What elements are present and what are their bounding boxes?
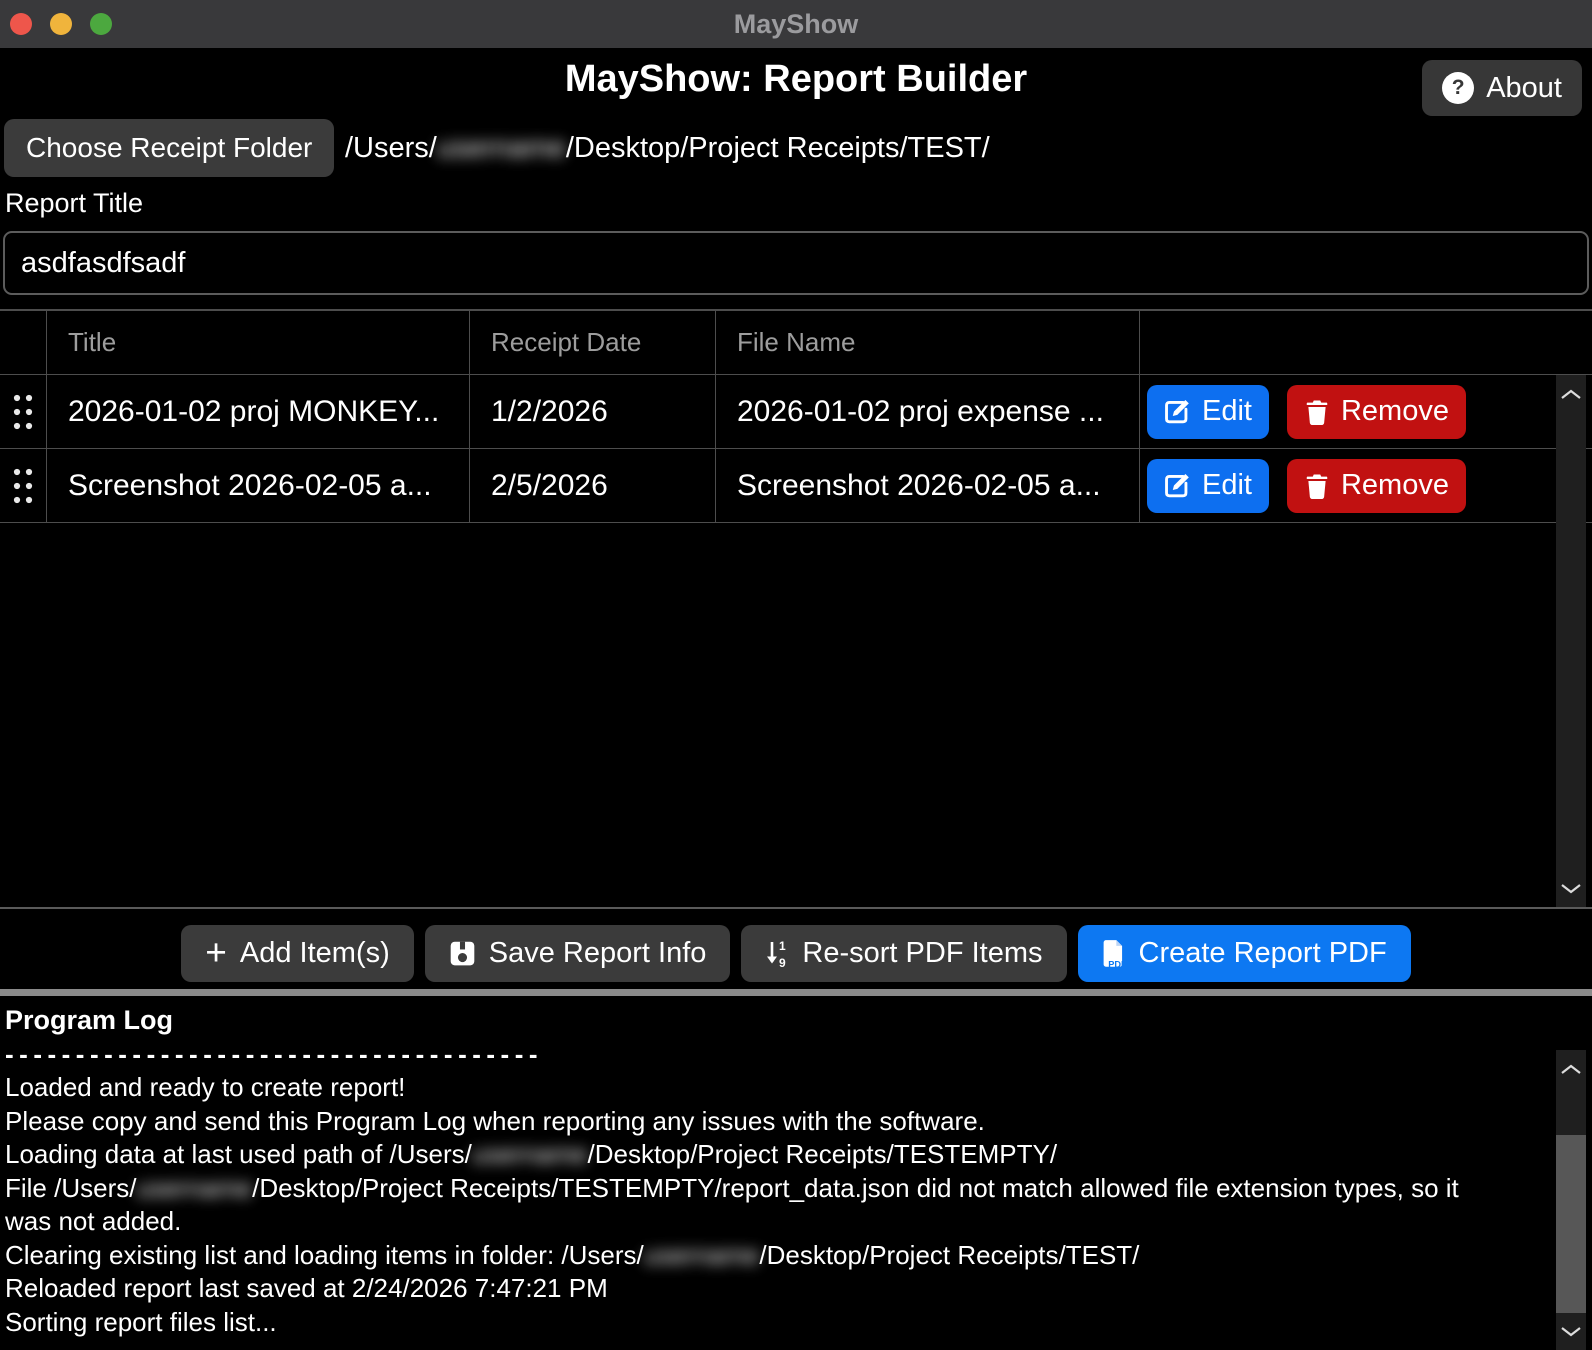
save-report-info-button[interactable]: Save Report Info xyxy=(425,925,731,982)
edit-button[interactable]: Edit xyxy=(1147,459,1269,513)
scroll-down-arrow-icon[interactable] xyxy=(1556,1318,1586,1344)
log-line: -------------------------------------- xyxy=(5,1038,1592,1072)
create-report-pdf-button[interactable]: PDF Create Report PDF xyxy=(1078,925,1411,982)
row-receipt-date: 2/5/2026 xyxy=(470,449,716,522)
row-actions: Edit Remove xyxy=(1140,449,1592,522)
log-text: Loaded and ready to create report! xyxy=(5,1072,405,1102)
scroll-up-arrow-icon[interactable] xyxy=(1556,1056,1586,1082)
svg-text:9: 9 xyxy=(779,956,786,969)
remove-button[interactable]: Remove xyxy=(1287,459,1466,513)
log-text: Clearing existing list and loading items… xyxy=(5,1240,644,1270)
log-line: Please copy and send this Program Log wh… xyxy=(5,1105,1592,1139)
about-button[interactable]: ? About xyxy=(1422,60,1582,116)
log-line: Loading data at last used path of /Users… xyxy=(5,1138,1592,1172)
program-log: Program Log ----------------------------… xyxy=(5,998,1592,1339)
report-title-input[interactable] xyxy=(3,231,1589,295)
log-redacted: username xyxy=(472,1139,588,1169)
trash-icon xyxy=(1304,399,1330,425)
section-divider xyxy=(0,989,1592,996)
add-items-button[interactable]: + Add Item(s) xyxy=(181,925,413,982)
log-text: -------------------------------------- xyxy=(5,1039,543,1069)
log-text: Reloaded report last saved at 2/24/2026 … xyxy=(5,1273,608,1303)
svg-text:1: 1 xyxy=(779,939,786,953)
log-text: Loading data at last used path of /Users… xyxy=(5,1139,472,1169)
table-row: 2026-01-02 proj MONKEY... 1/2/2026 2026-… xyxy=(0,375,1592,449)
resort-pdf-items-label: Re-sort PDF Items xyxy=(802,937,1042,970)
header-title: Title xyxy=(47,311,470,374)
table-header-row: Title Receipt Date File Name xyxy=(0,311,1592,375)
header-actions xyxy=(1140,311,1592,374)
row-file-name: Screenshot 2026-02-05 a... xyxy=(716,449,1140,522)
receipt-folder-path: /Users/username/Desktop/Project Receipts… xyxy=(345,119,990,177)
floppy-disk-icon xyxy=(449,940,476,967)
scroll-down-arrow-icon[interactable] xyxy=(1556,875,1586,901)
log-redacted: username xyxy=(136,1173,252,1203)
drag-handle[interactable] xyxy=(0,449,47,522)
table-scrollbar[interactable] xyxy=(1556,375,1586,907)
folder-path-suffix: /Desktop/Project Receipts/TEST/ xyxy=(566,132,990,164)
titlebar: MayShow xyxy=(0,0,1592,48)
edit-button-label: Edit xyxy=(1202,469,1252,502)
remove-button-label: Remove xyxy=(1341,395,1449,428)
log-line: Loaded and ready to create report! xyxy=(5,1071,1592,1105)
log-text: Sorting report files list... xyxy=(5,1307,277,1337)
scroll-up-arrow-icon[interactable] xyxy=(1556,381,1586,407)
grip-dots-icon xyxy=(12,467,34,505)
folder-path-prefix: /Users/ xyxy=(345,132,437,164)
log-line: Clearing existing list and loading items… xyxy=(5,1239,1592,1273)
question-circle-icon: ? xyxy=(1442,72,1474,104)
log-text: Please copy and send this Program Log wh… xyxy=(5,1106,985,1136)
page-title: MayShow: Report Builder xyxy=(0,58,1592,101)
grip-dots-icon xyxy=(12,393,34,431)
row-title: 2026-01-02 proj MONKEY... xyxy=(47,375,470,448)
log-text: File /Users/ xyxy=(5,1173,136,1203)
row-file-name: 2026-01-02 proj expense ... xyxy=(716,375,1140,448)
app-window: MayShow MayShow: Report Builder ? About … xyxy=(0,0,1592,1350)
log-line: Reloaded report last saved at 2/24/2026 … xyxy=(5,1272,1592,1306)
table-row: Screenshot 2026-02-05 a... 2/5/2026 Scre… xyxy=(0,449,1592,523)
pdf-file-icon: PDF xyxy=(1102,939,1126,969)
log-line: Sorting report files list... xyxy=(5,1306,1592,1340)
log-redacted: username xyxy=(644,1240,760,1270)
trash-icon xyxy=(1304,473,1330,499)
header-handle-column xyxy=(0,311,47,374)
row-actions: Edit Remove xyxy=(1140,375,1592,448)
svg-text:PDF: PDF xyxy=(1108,959,1126,969)
log-text: /Desktop/Project Receipts/TEST/ xyxy=(759,1240,1139,1270)
log-line: File /Users/username/Desktop/Project Rec… xyxy=(5,1172,1592,1239)
pencil-square-icon xyxy=(1164,472,1191,499)
report-items-table: Title Receipt Date File Name 2026-01-02 … xyxy=(0,309,1592,909)
choose-receipt-folder-button[interactable]: Choose Receipt Folder xyxy=(4,119,334,177)
drag-handle[interactable] xyxy=(0,375,47,448)
remove-button[interactable]: Remove xyxy=(1287,385,1466,439)
plus-icon: + xyxy=(205,934,227,971)
report-title-label: Report Title xyxy=(5,188,143,219)
actions-toolbar: + Add Item(s) Save Report Info 1 9 Re-so… xyxy=(0,925,1592,982)
save-report-info-label: Save Report Info xyxy=(489,937,707,970)
sort-numeric-down-icon: 1 9 xyxy=(765,939,789,969)
program-log-title: Program Log xyxy=(5,1004,1592,1038)
add-items-label: Add Item(s) xyxy=(240,937,390,970)
folder-path-redacted: username xyxy=(437,132,566,164)
row-title: Screenshot 2026-02-05 a... xyxy=(47,449,470,522)
resort-pdf-items-button[interactable]: 1 9 Re-sort PDF Items xyxy=(741,925,1066,982)
create-report-pdf-label: Create Report PDF xyxy=(1139,937,1387,970)
remove-button-label: Remove xyxy=(1341,469,1449,502)
log-text: /Desktop/Project Receipts/TESTEMPTY/ xyxy=(587,1139,1057,1169)
header-file-name: File Name xyxy=(716,311,1140,374)
log-scrollbar[interactable] xyxy=(1556,1050,1586,1350)
titlebar-title: MayShow xyxy=(0,0,1592,48)
header-receipt-date: Receipt Date xyxy=(470,311,716,374)
edit-button-label: Edit xyxy=(1202,395,1252,428)
edit-button[interactable]: Edit xyxy=(1147,385,1269,439)
pencil-square-icon xyxy=(1164,398,1191,425)
row-receipt-date: 1/2/2026 xyxy=(470,375,716,448)
scrollbar-thumb[interactable] xyxy=(1556,1135,1586,1313)
about-button-label: About xyxy=(1486,72,1562,105)
